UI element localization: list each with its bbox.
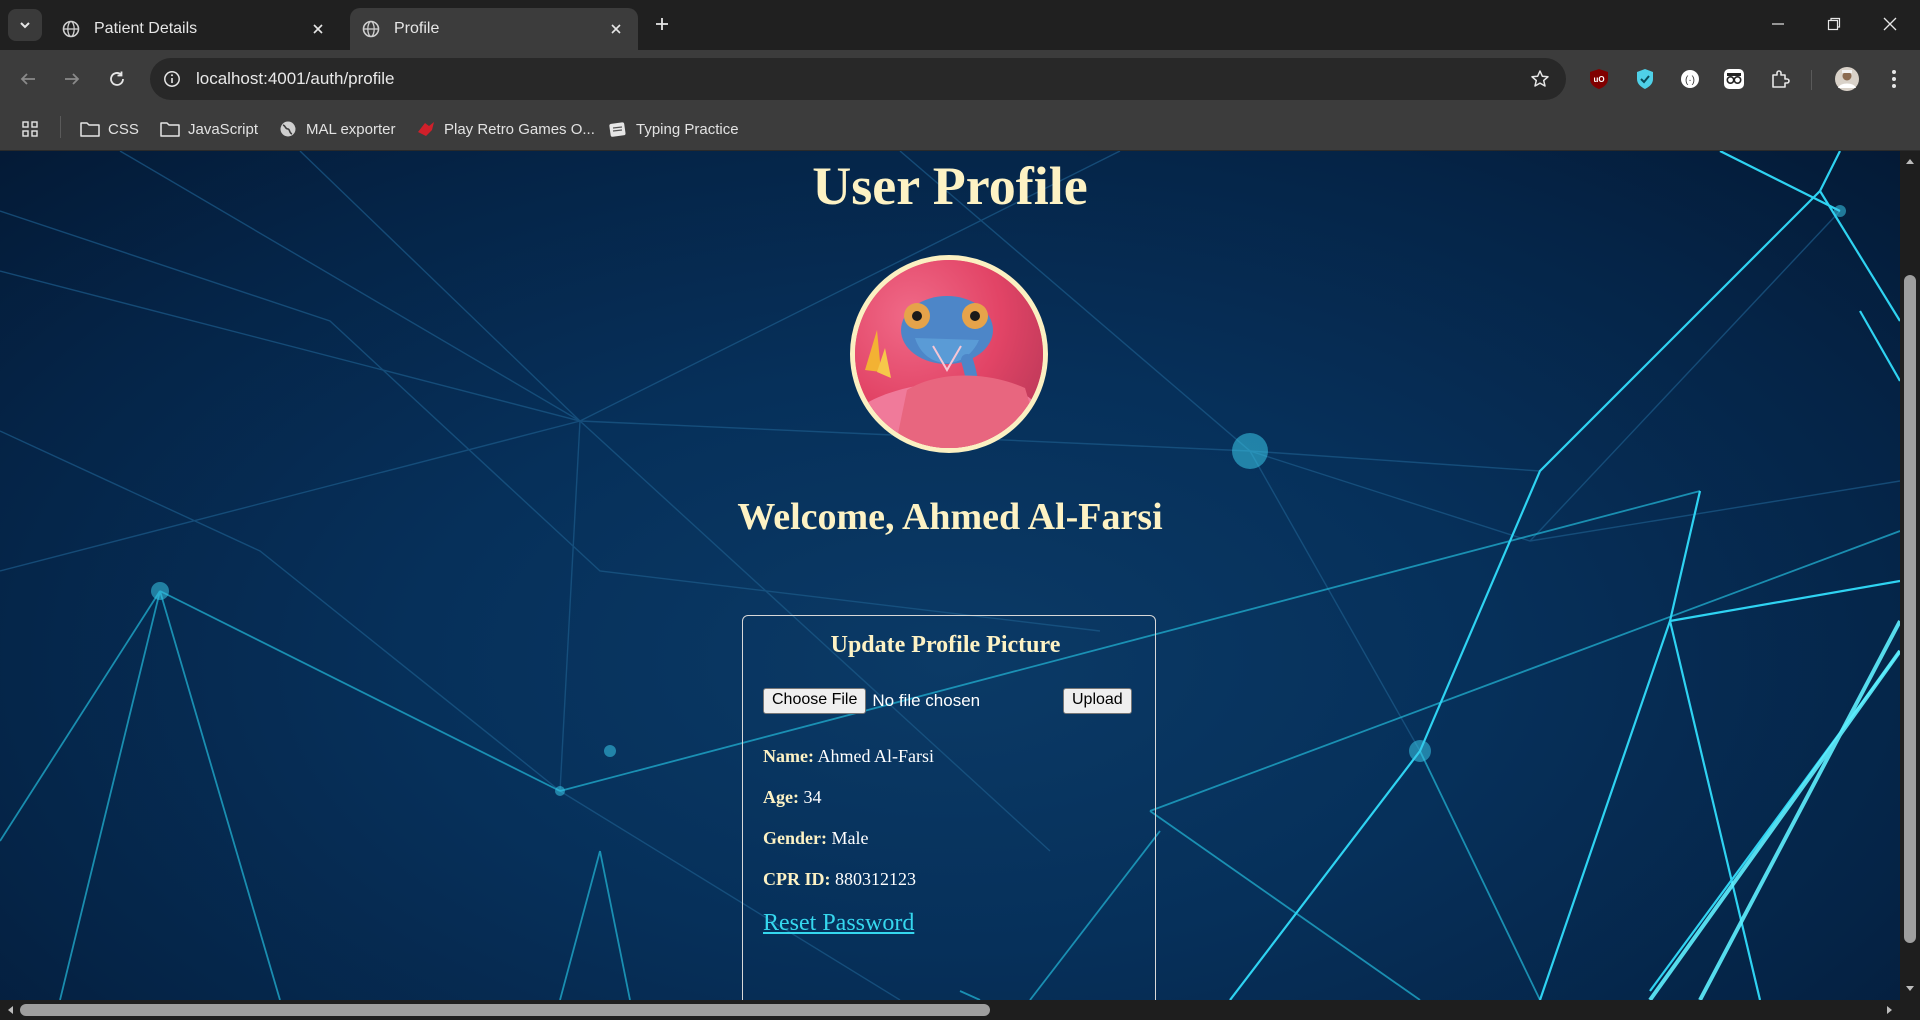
vertical-scrollbar[interactable]: [1900, 151, 1920, 1000]
file-status-text: No file chosen: [872, 691, 981, 710]
close-icon[interactable]: [304, 15, 332, 43]
welcome-heading: Welcome, Ahmed Al-Farsi: [737, 496, 1163, 538]
tab-search-button[interactable]: [8, 9, 42, 41]
scroll-left-arrow-icon[interactable]: [6, 1005, 14, 1015]
bookmark-typing-practice[interactable]: Typing Practice: [608, 116, 739, 142]
new-tab-button[interactable]: [648, 10, 676, 38]
scroll-up-arrow-icon[interactable]: [1905, 157, 1915, 165]
arrow-right-icon: [65, 73, 80, 85]
ublock-icon[interactable]: uO: [1585, 65, 1613, 93]
tab-patient-details[interactable]: Patient Details: [50, 8, 340, 50]
profile-picture: [850, 255, 1048, 453]
reload-icon: [110, 71, 124, 86]
globe-icon: [362, 20, 380, 38]
minimize-icon: [1772, 23, 1784, 25]
bookmarks-divider: [60, 116, 61, 138]
svg-text:(·): (·): [1685, 75, 1695, 86]
detail-value: Male: [831, 828, 869, 848]
toolbar-divider: [1811, 70, 1812, 90]
horizontal-scrollbar-thumb[interactable]: [20, 1004, 990, 1016]
apps-button[interactable]: [20, 116, 48, 142]
plus-icon: [656, 18, 668, 30]
bookmark-star-icon[interactable]: [1524, 63, 1556, 95]
bookmark-label: MAL exporter: [306, 120, 396, 138]
apps-grid-icon: [20, 120, 40, 138]
bookmark-label: Typing Practice: [636, 120, 739, 138]
bookmark-label: JavaScript: [188, 120, 259, 138]
menu-kebab-icon[interactable]: [1880, 65, 1908, 93]
detail-value: 880312123: [835, 869, 916, 889]
page-title: User Profile: [812, 156, 1088, 216]
minimize-button[interactable]: [1750, 0, 1806, 48]
restore-button[interactable]: [1806, 0, 1862, 48]
bookmark-play-retro-games[interactable]: Play Retro Games O...: [416, 116, 595, 142]
detail-gender: Gender: Male: [763, 828, 868, 849]
file-input[interactable]: Choose File No file chosen: [763, 688, 980, 714]
folder-icon: [160, 120, 180, 138]
detail-label: Gender:: [763, 828, 827, 848]
tab-title: Profile: [394, 20, 440, 37]
detail-label: CPR ID:: [763, 869, 831, 889]
detail-value: Ahmed Al-Farsi: [817, 746, 935, 766]
bookmarks-bar: CSS JavaScript MAL exporter Play Retro G…: [0, 108, 1920, 151]
detail-label: Age:: [763, 787, 799, 807]
back-button[interactable]: [10, 61, 46, 97]
bookmark-javascript[interactable]: JavaScript: [160, 116, 258, 142]
chevron-down-icon: [20, 22, 30, 29]
browser-toolbar: localhost:4001/auth/profile uO (·): [0, 50, 1920, 108]
bookmark-label: CSS: [108, 120, 139, 138]
profile-card: Update Profile Picture Choose File No fi…: [742, 615, 1156, 1000]
detail-name: Name: Ahmed Al-Farsi: [763, 746, 934, 767]
folder-icon: [80, 120, 100, 138]
url-text[interactable]: localhost:4001/auth/profile: [196, 69, 1524, 89]
close-icon: [1883, 17, 1897, 31]
detail-label: Name:: [763, 746, 814, 766]
svg-text:uO: uO: [1593, 75, 1604, 84]
vertical-scrollbar-thumb[interactable]: [1904, 275, 1916, 943]
scroll-right-arrow-icon[interactable]: [1886, 1005, 1894, 1015]
tab-strip: Patient Details Profile: [0, 0, 1920, 50]
globe-icon: [62, 20, 80, 38]
update-picture-heading: Update Profile Picture: [830, 632, 1061, 658]
glasses-extension-icon[interactable]: [1720, 65, 1748, 93]
circle-extension-icon[interactable]: (·): [1676, 65, 1704, 93]
game-controller-icon: [416, 120, 436, 138]
scroll-down-arrow-icon[interactable]: [1905, 985, 1915, 993]
page-viewport: User Profile Welcome, Ahmed Al-Farsi Upd…: [0, 151, 1900, 1000]
upload-button[interactable]: Upload: [1063, 688, 1132, 714]
detail-value: 34: [803, 787, 822, 807]
arrow-left-icon: [20, 73, 35, 85]
tab-profile[interactable]: Profile: [350, 8, 638, 50]
reload-button[interactable]: [99, 61, 135, 97]
globe-icon: [278, 120, 298, 138]
site-info-icon[interactable]: [158, 65, 186, 93]
tab-title: Patient Details: [94, 20, 198, 37]
bookmark-label: Play Retro Games O...: [444, 120, 595, 138]
typing-icon: [608, 120, 628, 138]
restore-icon: [1827, 17, 1841, 31]
puzzle-icon[interactable]: [1766, 65, 1794, 93]
close-window-button[interactable]: [1862, 0, 1918, 48]
bookmark-css[interactable]: CSS: [80, 116, 139, 142]
reset-password-link[interactable]: Reset Password: [763, 910, 914, 937]
profile-avatar[interactable]: [1833, 65, 1861, 93]
bookmark-mal-exporter[interactable]: MAL exporter: [278, 116, 395, 142]
choose-file-button[interactable]: Choose File: [763, 688, 867, 714]
shield-extension-icon[interactable]: [1631, 65, 1659, 93]
chameleon-image: [855, 260, 1043, 448]
address-bar[interactable]: localhost:4001/auth/profile: [150, 58, 1566, 100]
detail-age: Age: 34: [763, 787, 821, 808]
detail-cpr-id: CPR ID: 880312123: [763, 869, 916, 890]
horizontal-scrollbar[interactable]: [0, 1000, 1920, 1020]
forward-button[interactable]: [54, 61, 90, 97]
close-icon[interactable]: [602, 15, 630, 43]
